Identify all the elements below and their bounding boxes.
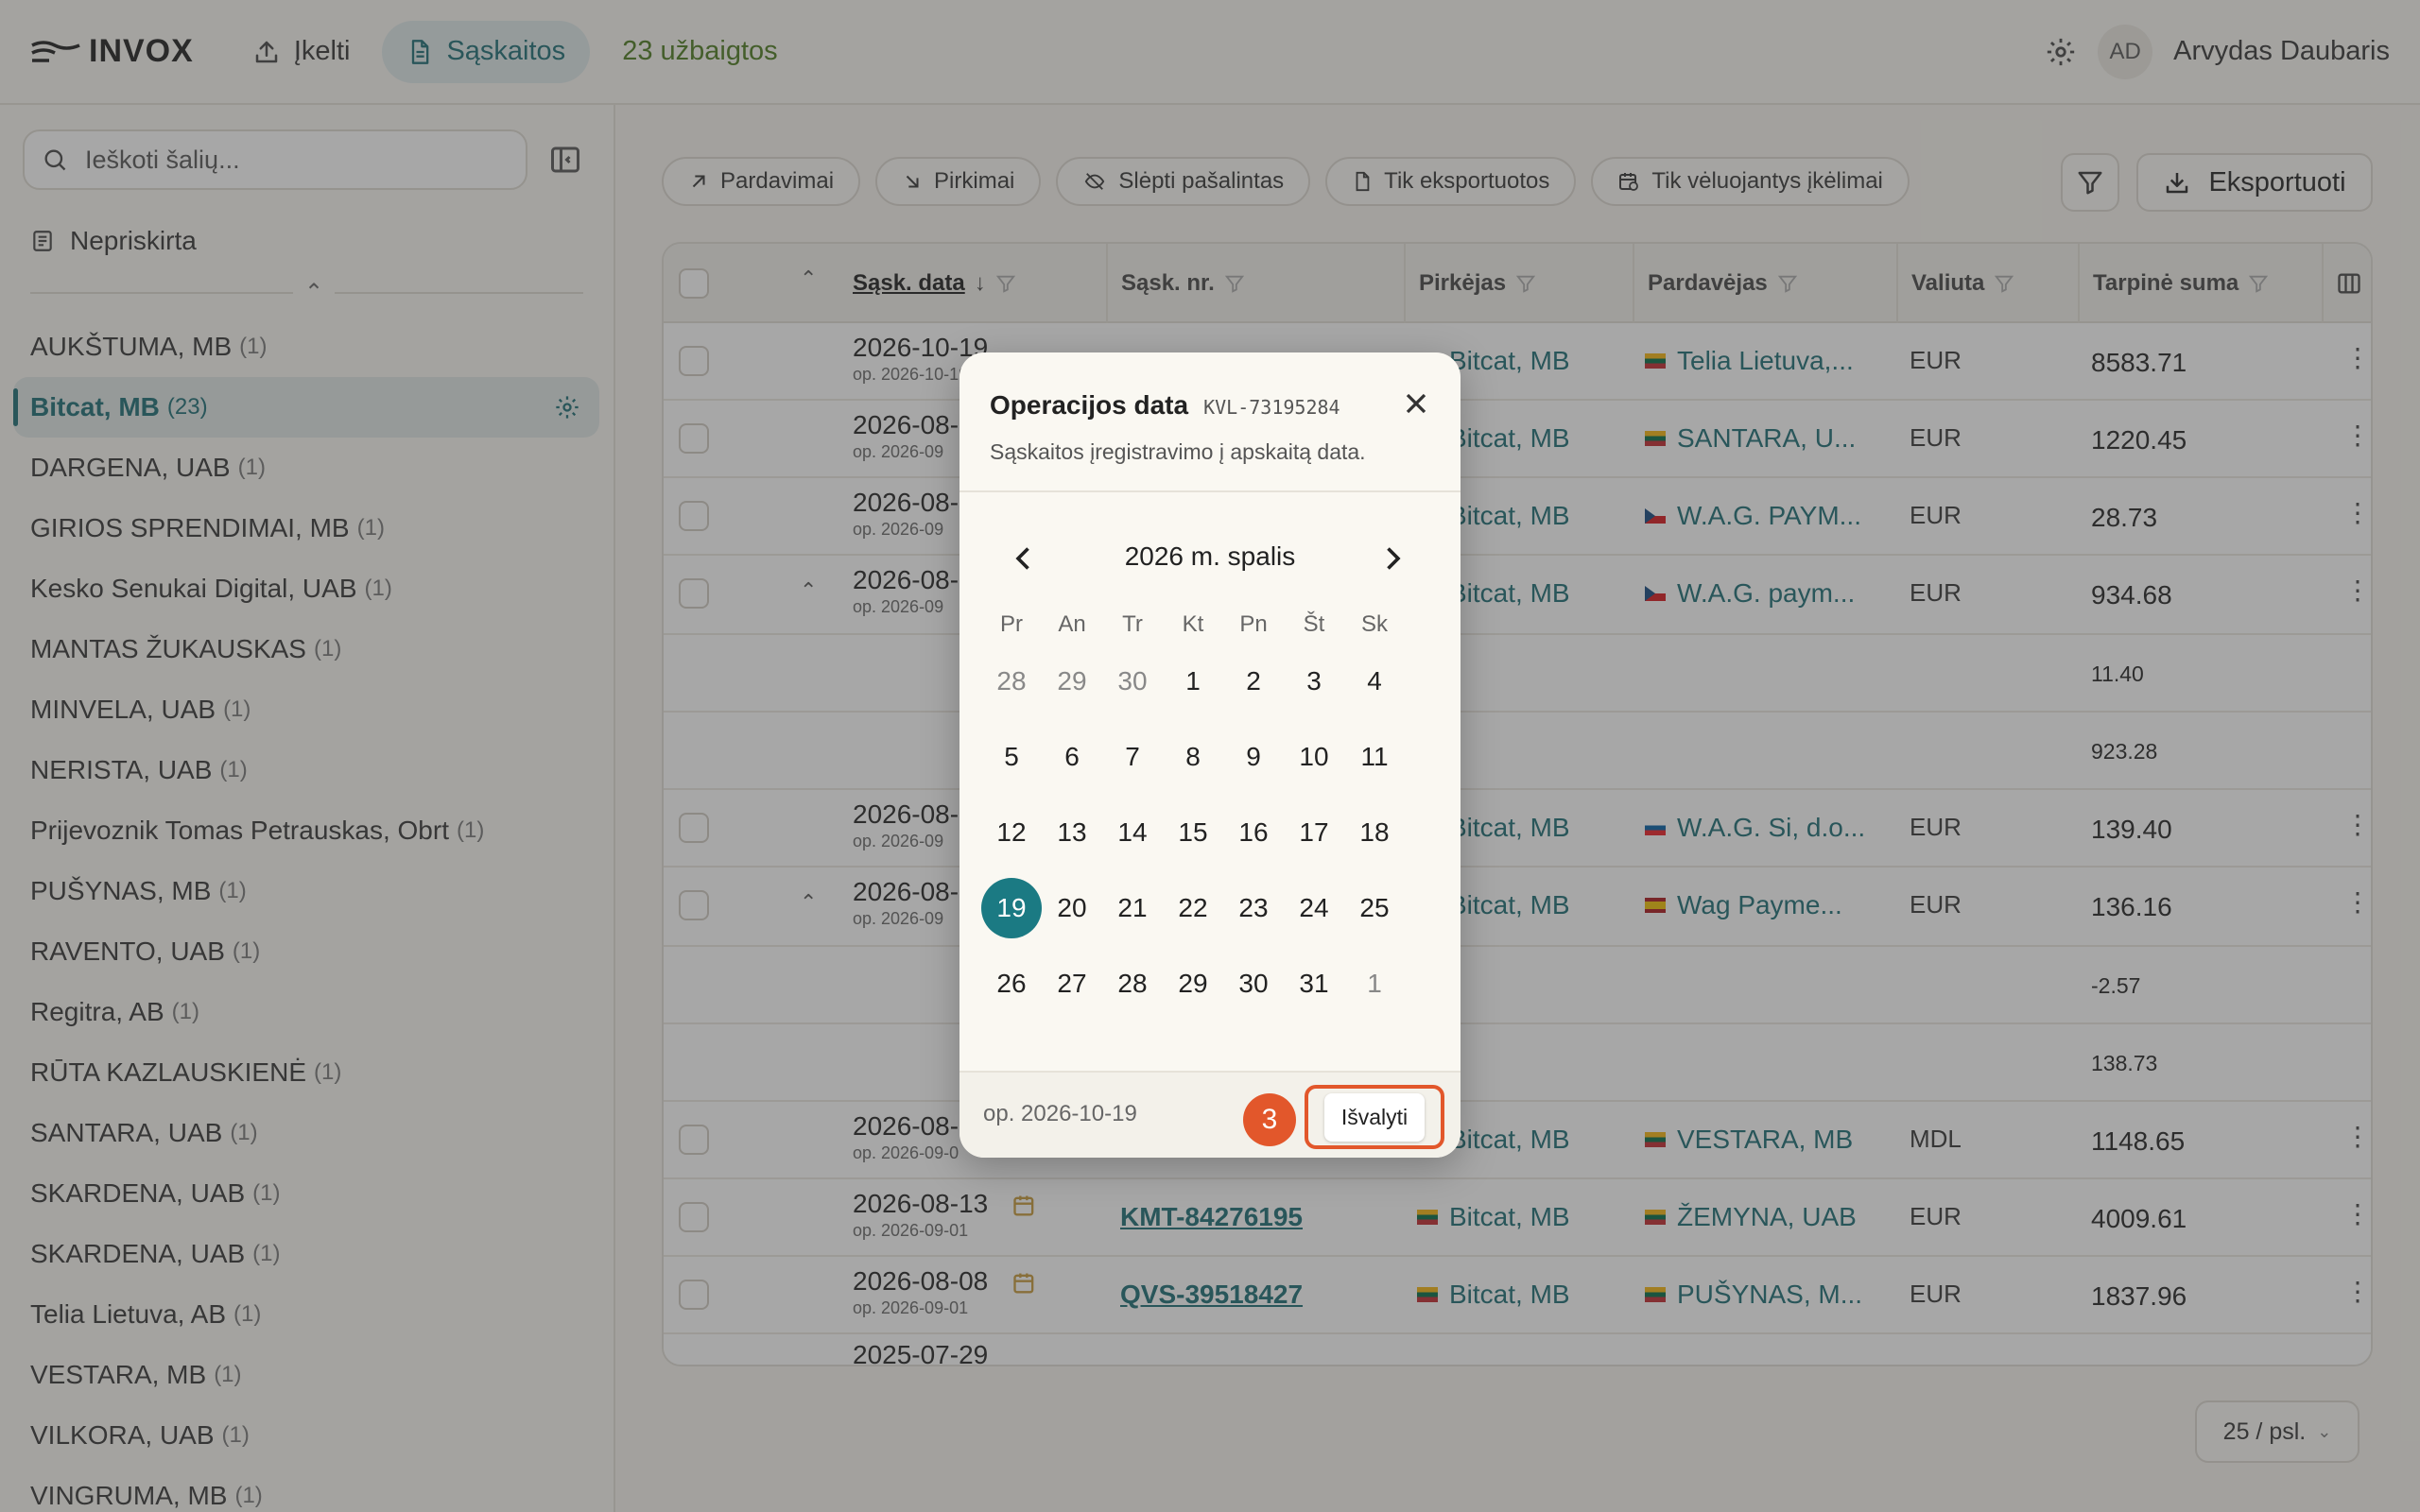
day-number: 11 (1360, 742, 1389, 771)
calendar-day[interactable]: 7 (1102, 719, 1163, 795)
day-number: 13 (1057, 817, 1087, 847)
calendar-day[interactable]: 14 (1102, 795, 1163, 870)
calendar-day-selected[interactable]: 19 (981, 870, 1042, 946)
calendar-day[interactable]: 28 (1102, 946, 1163, 1022)
popover-title: Operacijos data KVL-73195284 (990, 390, 1340, 421)
weekday-label: Pr (1000, 611, 1023, 637)
day-number: 16 (1238, 817, 1269, 847)
calendar-day[interactable]: 20 (1042, 870, 1102, 946)
day-number: 1 (1185, 666, 1201, 696)
calendar-day[interactable]: 13 (1042, 795, 1102, 870)
day-number: 6 (1064, 742, 1080, 771)
day-number: 30 (1238, 969, 1269, 998)
day-number: 23 (1238, 893, 1269, 922)
calendar-day[interactable]: 21 (1102, 870, 1163, 946)
calendar-day[interactable]: 12 (981, 795, 1042, 870)
day-number: 12 (996, 817, 1027, 847)
day-number: 20 (1057, 893, 1087, 922)
day-number: 2 (1246, 666, 1261, 696)
calendar-day[interactable]: 25 (1344, 870, 1405, 946)
day-number: 7 (1125, 742, 1140, 771)
calendar-day[interactable]: 10 (1284, 719, 1344, 795)
popover-footer: op. 2026-10-19 3 Išvalyti (959, 1071, 1461, 1158)
calendar-day[interactable]: 1 (1344, 946, 1405, 1022)
calendar-day[interactable]: 29 (1042, 644, 1102, 719)
day-number: 27 (1057, 969, 1087, 998)
calendar-day[interactable]: 6 (1042, 719, 1102, 795)
calendar-day[interactable]: 1 (1163, 644, 1223, 719)
weekday-label: Pn (1239, 611, 1268, 637)
calendar-day[interactable]: 11 (1344, 719, 1405, 795)
calendar-day[interactable]: 16 (1223, 795, 1284, 870)
day-number: 24 (1299, 893, 1329, 922)
day-number: 9 (1246, 742, 1261, 771)
calendar-day[interactable]: 29 (1163, 946, 1223, 1022)
day-number: 29 (1057, 666, 1087, 696)
calendar-day[interactable]: 4 (1344, 644, 1405, 719)
calendar-grid: Pr An Tr Kt Pn Št Sk 28 29 30 1 2 3 4 5 6 7 8 9 10 11 12 13 14 1… (981, 606, 1407, 1022)
calendar-day[interactable]: 9 (1223, 719, 1284, 795)
day-number: 28 (1117, 969, 1148, 998)
day-number: 30 (1117, 666, 1148, 696)
weekday-label: Tr (1122, 611, 1143, 637)
calendar-day[interactable]: 2 (1223, 644, 1284, 719)
calendar-day[interactable]: 31 (1284, 946, 1344, 1022)
calendar-day[interactable]: 30 (1223, 946, 1284, 1022)
day-number: 21 (1117, 893, 1148, 922)
divider (959, 490, 1461, 492)
day-number: 10 (1299, 742, 1329, 771)
day-number: 18 (1359, 817, 1390, 847)
calendar-day[interactable]: 24 (1284, 870, 1344, 946)
operation-date-popover: Operacijos data KVL-73195284 Sąskaitos į… (959, 352, 1461, 1158)
day-number: 3 (1306, 666, 1322, 696)
day-number: 25 (1359, 893, 1390, 922)
clear-button[interactable]: Išvalyti (1305, 1085, 1444, 1149)
chevron-right-icon[interactable] (1375, 541, 1409, 576)
weekday-label: An (1058, 611, 1086, 637)
day-number: 1 (1367, 969, 1382, 998)
calendar-day[interactable]: 26 (981, 946, 1042, 1022)
day-number: 19 (981, 878, 1042, 938)
invoice-code: KVL-73195284 (1203, 396, 1340, 419)
day-number: 15 (1178, 817, 1208, 847)
calendar-day[interactable]: 5 (981, 719, 1042, 795)
calendar-day[interactable]: 22 (1163, 870, 1223, 946)
day-number: 26 (996, 969, 1027, 998)
day-number: 5 (1004, 742, 1019, 771)
day-number: 22 (1178, 893, 1208, 922)
day-number: 31 (1299, 969, 1329, 998)
popover-title-text: Operacijos data (990, 390, 1189, 420)
calendar-day[interactable]: 18 (1344, 795, 1405, 870)
weekday-label: Št (1303, 611, 1325, 637)
calendar-day[interactable]: 17 (1284, 795, 1344, 870)
calendar-day[interactable]: 27 (1042, 946, 1102, 1022)
day-number: 28 (996, 666, 1027, 696)
weekday-label: Sk (1360, 611, 1388, 637)
clear-button-label: Išvalyti (1323, 1092, 1426, 1142)
calendar-day[interactable]: 8 (1163, 719, 1223, 795)
day-number: 17 (1299, 817, 1329, 847)
step-badge: 3 (1243, 1093, 1296, 1146)
calendar-day[interactable]: 30 (1102, 644, 1163, 719)
close-icon[interactable] (1399, 387, 1433, 421)
day-number: 8 (1185, 742, 1201, 771)
day-number: 4 (1367, 666, 1382, 696)
day-number: 29 (1178, 969, 1208, 998)
weekday-label: Kt (1182, 611, 1204, 637)
popover-description: Sąskaitos įregistravimo į apskaitą data. (990, 439, 1366, 464)
selected-date-display: op. 2026-10-19 (983, 1101, 1137, 1126)
calendar-day[interactable]: 3 (1284, 644, 1344, 719)
calendar-day[interactable]: 23 (1223, 870, 1284, 946)
calendar-day[interactable]: 28 (981, 644, 1042, 719)
day-number: 14 (1117, 817, 1148, 847)
calendar-day[interactable]: 15 (1163, 795, 1223, 870)
